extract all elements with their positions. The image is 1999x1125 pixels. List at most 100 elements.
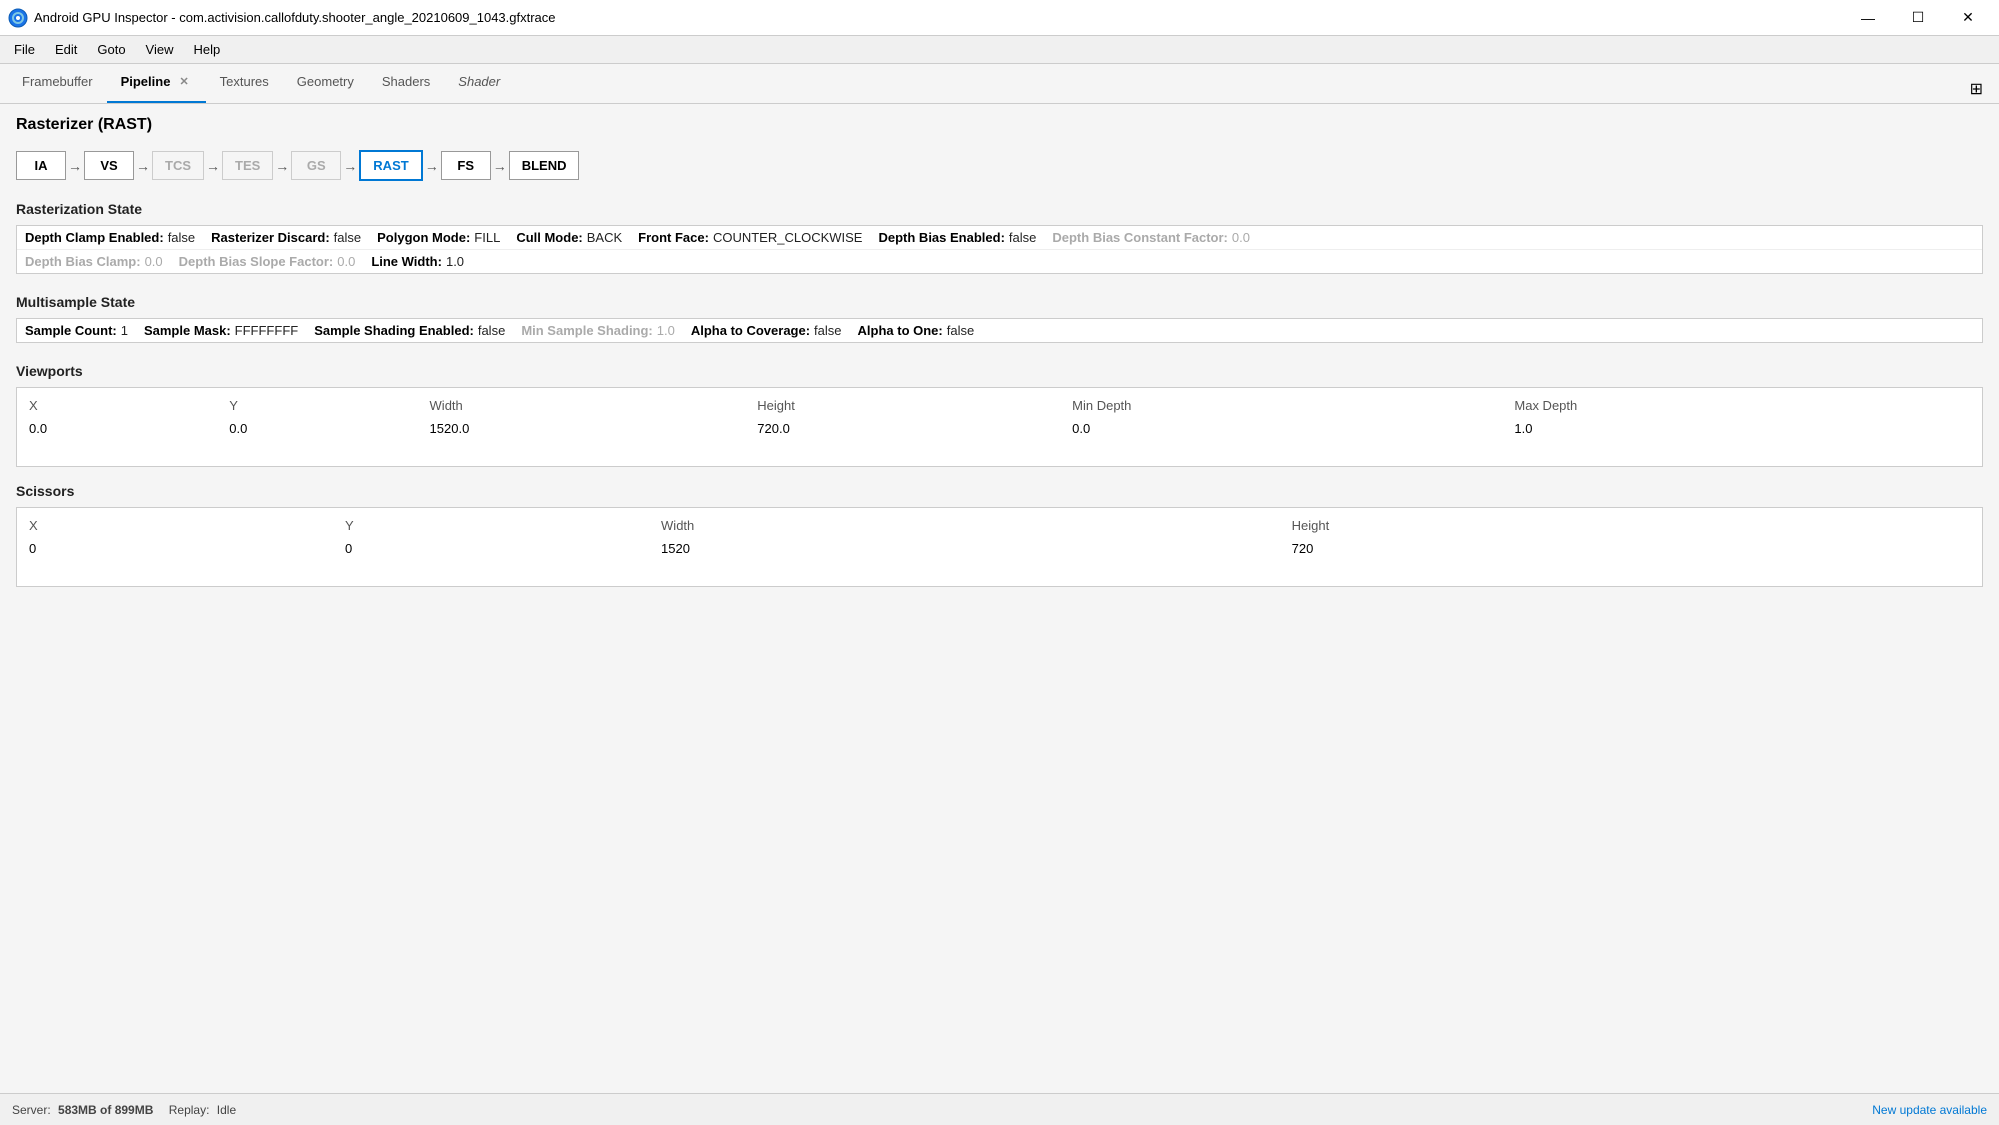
rasterization-state-title: Rasterization State	[16, 201, 1983, 217]
sample-mask-value: FFFFFFFF	[235, 323, 299, 338]
viewport-height: 720.0	[753, 417, 1068, 440]
col-x: X	[25, 394, 225, 417]
expand-button[interactable]: ⊞	[1962, 75, 1991, 103]
stage-gs[interactable]: GS	[291, 151, 341, 180]
menu-edit[interactable]: Edit	[45, 40, 87, 59]
viewport-maxdepth: 1.0	[1510, 417, 1974, 440]
stage-fs[interactable]: FS	[441, 151, 491, 180]
replay-value: Idle	[217, 1103, 236, 1117]
line-width-label: Line Width:	[371, 254, 442, 269]
stage-tcs[interactable]: TCS	[152, 151, 204, 180]
rast-discard-value: false	[334, 230, 361, 245]
depth-bias-enabled-label: Depth Bias Enabled:	[878, 230, 1004, 245]
sample-shading-value: false	[478, 323, 505, 338]
stage-blend[interactable]: BLEND	[509, 151, 580, 180]
stage-vs[interactable]: VS	[84, 151, 134, 180]
alpha-one-label: Alpha to One:	[858, 323, 943, 338]
tab-shaders-label: Shaders	[382, 62, 430, 102]
tab-shaders[interactable]: Shaders	[368, 63, 444, 103]
tab-textures-label: Textures	[220, 62, 269, 102]
tab-geometry-label: Geometry	[297, 62, 354, 102]
col-height: Height	[753, 394, 1068, 417]
scissors-y: 0	[341, 537, 657, 560]
alpha-one-value: false	[947, 323, 974, 338]
rasterizer-title: Rasterizer (RAST)	[16, 116, 1983, 134]
minimize-button[interactable]: —	[1845, 4, 1891, 32]
depth-bias-cf-label: Depth Bias Constant Factor:	[1052, 230, 1228, 245]
window-controls: — ☐ ✕	[1845, 4, 1991, 32]
tab-pipeline-close[interactable]: ✕	[176, 61, 191, 103]
depth-bias-clamp-value: 0.0	[145, 254, 163, 269]
stage-rast[interactable]: RAST	[359, 150, 422, 181]
server-label: Server:	[12, 1103, 51, 1117]
tab-geometry[interactable]: Geometry	[283, 63, 368, 103]
update-link[interactable]: New update available	[1872, 1103, 1987, 1117]
sample-count-label: Sample Count:	[25, 323, 117, 338]
stage-tes[interactable]: TES	[222, 151, 273, 180]
scissors-height: 720	[1288, 537, 1974, 560]
alpha-coverage-value: false	[814, 323, 841, 338]
depth-bias-enabled-value: false	[1009, 230, 1036, 245]
viewport-x: 0.0	[25, 417, 225, 440]
scissors-row: 0 0 1520 720	[25, 537, 1974, 560]
sc-col-y: Y	[341, 514, 657, 537]
scissors-width: 1520	[657, 537, 1288, 560]
status-bar: Server: 583MB of 899MB Replay: Idle New …	[0, 1093, 1999, 1125]
alpha-coverage-label: Alpha to Coverage:	[691, 323, 810, 338]
sc-col-x: X	[25, 514, 341, 537]
viewports-section: X Y Width Height Min Depth Max Depth 0.0…	[16, 387, 1983, 467]
stage-ia[interactable]: IA	[16, 151, 66, 180]
menu-view[interactable]: View	[136, 40, 184, 59]
pipeline-stages: IA → VS → TCS → TES → GS → RAST → FS → B…	[16, 150, 1983, 181]
arrow-6: →	[423, 158, 441, 174]
window-title: Android GPU Inspector - com.activision.c…	[34, 10, 556, 25]
scissors-title: Scissors	[16, 483, 1983, 499]
col-maxdepth: Max Depth	[1510, 394, 1974, 417]
line-width-value: 1.0	[446, 254, 464, 269]
tab-pipeline-label: Pipeline	[121, 62, 171, 102]
menu-help[interactable]: Help	[184, 40, 231, 59]
scissors-x: 0	[25, 537, 341, 560]
viewports-title: Viewports	[16, 363, 1983, 379]
depth-bias-slope-value: 0.0	[337, 254, 355, 269]
rasterization-row-1: Depth Clamp Enabled: false Rasterizer Di…	[17, 226, 1982, 250]
tab-pipeline[interactable]: Pipeline ✕	[107, 63, 206, 103]
tab-textures[interactable]: Textures	[206, 63, 283, 103]
app-icon	[8, 8, 28, 28]
col-y: Y	[225, 394, 425, 417]
menu-goto[interactable]: Goto	[87, 40, 135, 59]
polygon-mode-label: Polygon Mode:	[377, 230, 470, 245]
multisample-row-1: Sample Count: 1 Sample Mask: FFFFFFFF Sa…	[17, 319, 1982, 342]
server-value: 583MB of 899MB	[58, 1103, 153, 1117]
menu-bar: File Edit Goto View Help	[0, 36, 1999, 64]
viewport-mindepth: 0.0	[1068, 417, 1510, 440]
arrow-5: →	[341, 158, 359, 174]
replay-label: Replay:	[169, 1103, 210, 1117]
sample-shading-label: Sample Shading Enabled:	[314, 323, 474, 338]
close-button[interactable]: ✕	[1945, 4, 1991, 32]
sc-col-height: Height	[1288, 514, 1974, 537]
front-face-label: Front Face:	[638, 230, 709, 245]
tab-shader[interactable]: Shader	[444, 63, 514, 103]
front-face-value: COUNTER_CLOCKWISE	[713, 230, 863, 245]
status-server: Server: 583MB of 899MB Replay: Idle	[12, 1103, 236, 1117]
arrow-7: →	[491, 158, 509, 174]
tab-framebuffer[interactable]: Framebuffer	[8, 63, 107, 103]
menu-file[interactable]: File	[4, 40, 45, 59]
arrow-3: →	[204, 158, 222, 174]
viewports-table: X Y Width Height Min Depth Max Depth 0.0…	[25, 394, 1974, 440]
viewport-width: 1520.0	[426, 417, 754, 440]
tab-shader-label: Shader	[458, 62, 500, 102]
scissors-table: X Y Width Height 0 0 1520 720	[25, 514, 1974, 560]
title-bar: Android GPU Inspector - com.activision.c…	[0, 0, 1999, 36]
main-content: Rasterizer (RAST) IA → VS → TCS → TES → …	[0, 104, 1999, 1093]
sc-col-width: Width	[657, 514, 1288, 537]
maximize-button[interactable]: ☐	[1895, 4, 1941, 32]
sample-mask-label: Sample Mask:	[144, 323, 231, 338]
viewport-row: 0.0 0.0 1520.0 720.0 0.0 1.0	[25, 417, 1974, 440]
cull-mode-label: Cull Mode:	[516, 230, 582, 245]
rasterization-state-table: Depth Clamp Enabled: false Rasterizer Di…	[16, 225, 1983, 274]
rast-discard-label: Rasterizer Discard:	[211, 230, 330, 245]
viewport-y: 0.0	[225, 417, 425, 440]
multisample-state-title: Multisample State	[16, 294, 1983, 310]
